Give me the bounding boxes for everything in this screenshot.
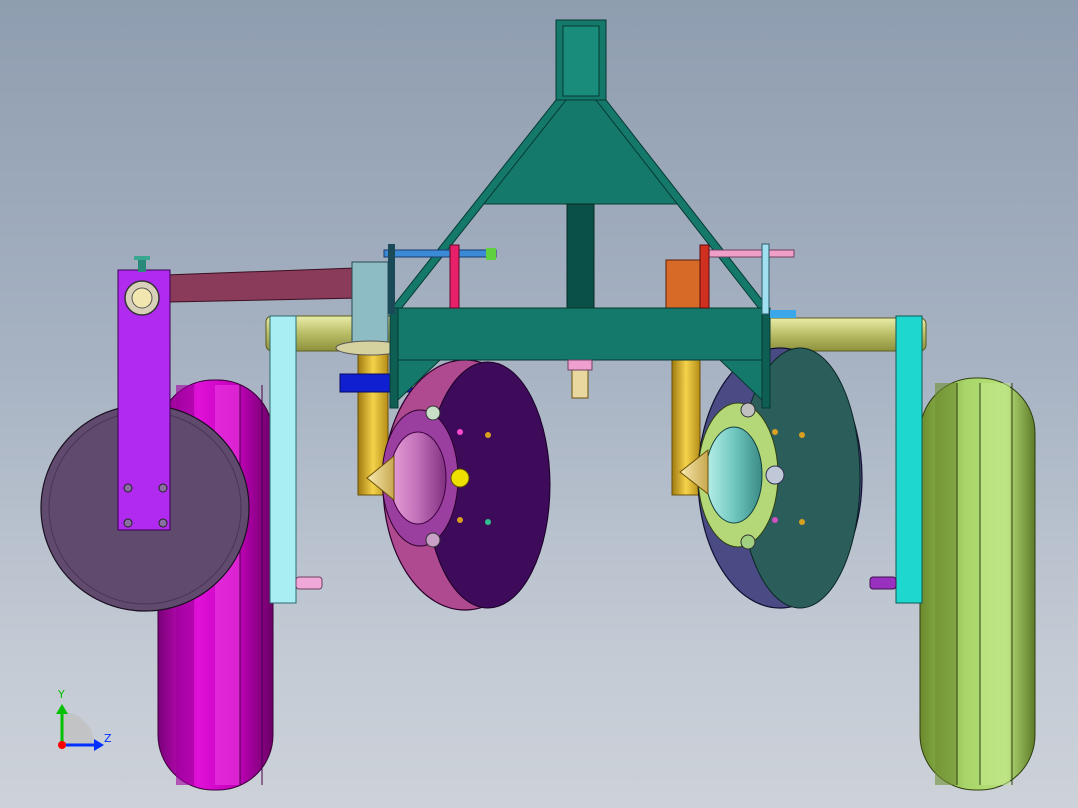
z-axis-label: Z: [104, 732, 112, 745]
axis-triad: [56, 704, 104, 751]
3d-model-view[interactable]: [0, 0, 1078, 808]
right-wheel-bracket: [869, 315, 923, 604]
hitch-frame: [388, 19, 772, 409]
left-wheel-bracket: [269, 315, 323, 604]
right-gauge-wheel: [919, 377, 1036, 791]
x-axis-dot: [58, 741, 66, 749]
cad-viewport[interactable]: Y Z: [0, 0, 1078, 808]
y-axis-label: Y: [58, 688, 65, 701]
right-opener-disc: [679, 347, 863, 609]
